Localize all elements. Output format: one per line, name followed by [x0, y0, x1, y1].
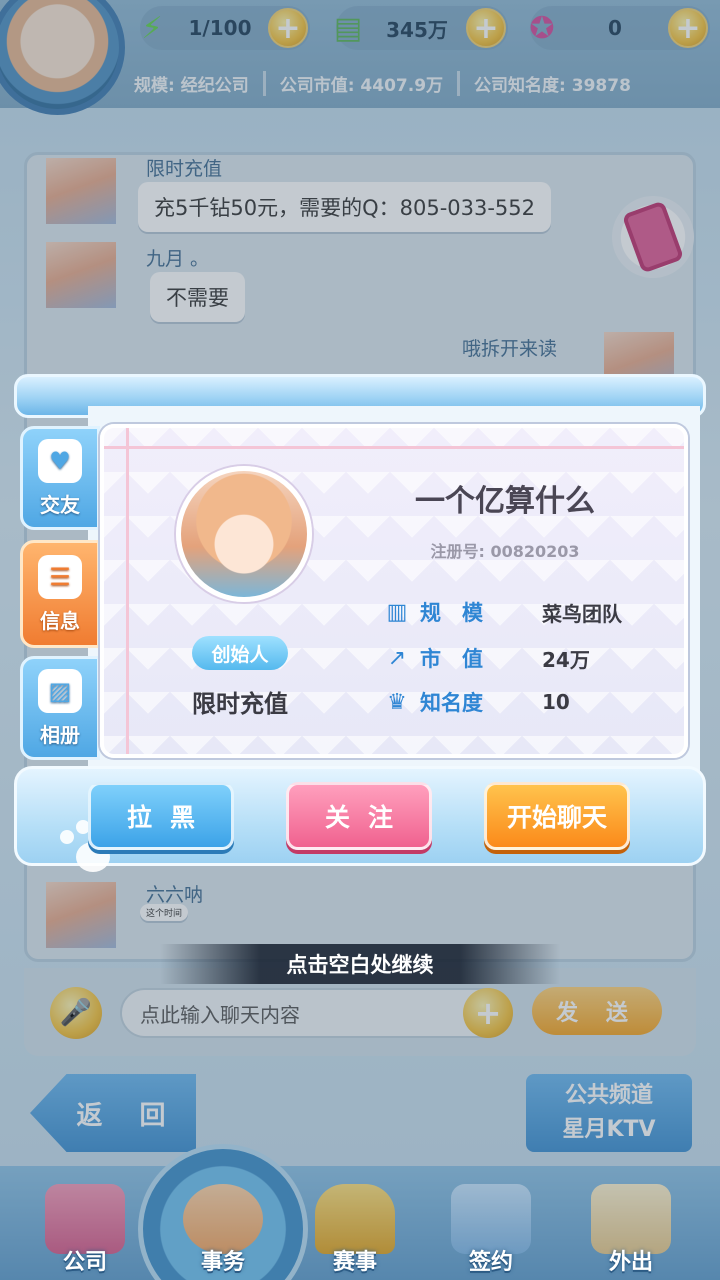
- registration-number: 注册号: 00820203: [430, 542, 580, 561]
- crown-icon: ♛: [387, 689, 407, 715]
- stat-fame: ♛ 知名度 10: [384, 686, 664, 718]
- stat-value: 10: [542, 690, 570, 714]
- tab-album[interactable]: ▨ 相册: [20, 656, 100, 760]
- document-icon: ☰: [38, 554, 82, 599]
- card-accent-line: [104, 446, 684, 449]
- stat-value: 菜鸟团队: [542, 601, 622, 626]
- profile-avatar[interactable]: [176, 466, 312, 602]
- start-chat-button[interactable]: 开始聊天: [484, 782, 630, 850]
- tab-label: 相册: [40, 722, 80, 747]
- card-accent-line: [126, 428, 129, 754]
- tab-label: 交友: [40, 492, 80, 517]
- nav-label: 事务: [200, 1250, 245, 1275]
- continue-hint: 点击空白处继续: [160, 944, 560, 984]
- tab-friends[interactable]: ♥ 交友: [20, 426, 100, 530]
- stat-scale: ▥ 规 模 菜鸟团队: [384, 596, 664, 628]
- block-button[interactable]: 拉黑: [88, 782, 234, 850]
- nav-label: 外出: [608, 1250, 653, 1275]
- building-icon: ▥: [386, 599, 408, 625]
- stat-market-value: ↗ 市 值 24万: [384, 642, 664, 674]
- nav-label: 公司: [62, 1250, 107, 1275]
- profile-name: 一个亿算什么: [415, 484, 595, 519]
- stat-label: 规 模: [420, 601, 483, 625]
- role-badge: 创始人: [192, 636, 288, 670]
- nav-label: 赛事: [332, 1250, 377, 1275]
- trend-up-icon: ↗: [387, 645, 407, 671]
- nav-label: 签约: [468, 1250, 513, 1275]
- follow-button[interactable]: 关注: [286, 782, 432, 850]
- tab-info[interactable]: ☰ 信息: [20, 540, 100, 648]
- picture-icon: ▨: [38, 668, 82, 713]
- user-tag: 限时充值: [192, 690, 288, 718]
- tab-label: 信息: [40, 608, 80, 633]
- stat-label: 知名度: [420, 691, 483, 715]
- stat-label: 市 值: [420, 647, 483, 671]
- heart-chat-icon: ♥: [38, 438, 82, 483]
- stat-value: 24万: [542, 647, 590, 672]
